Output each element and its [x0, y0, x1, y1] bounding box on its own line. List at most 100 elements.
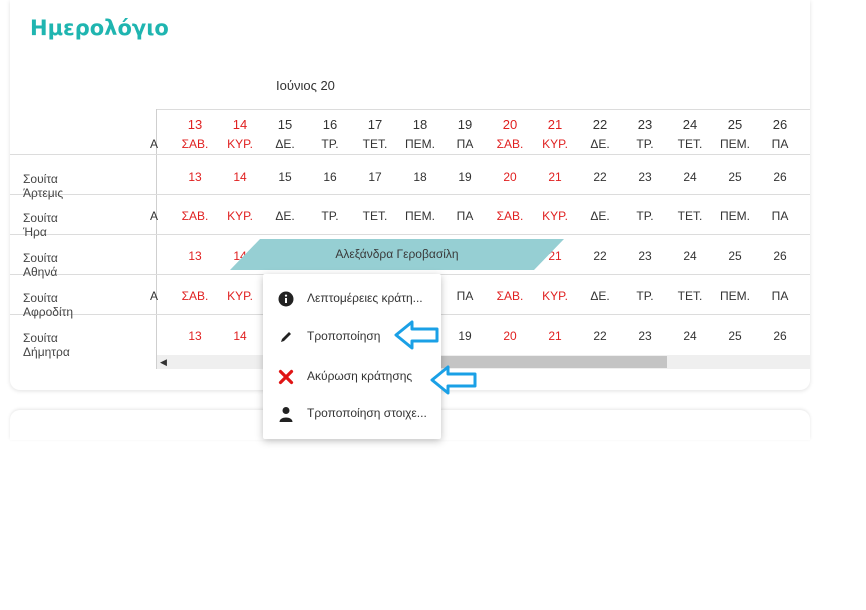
day-cell[interactable]: 15	[263, 170, 307, 184]
day-abbr: ΤΡ.	[321, 137, 339, 151]
room-name: Σουίτα Ήρα	[23, 211, 58, 239]
day-abbr: ΔΕ.	[590, 137, 610, 151]
day-cell[interactable]: 26	[758, 249, 802, 263]
day-cell[interactable]: 13	[173, 329, 217, 343]
day-cell[interactable]: 24	[668, 249, 712, 263]
day-cell[interactable]: 16	[308, 170, 352, 184]
horizontal-scrollbar[interactable]: ◀	[157, 355, 810, 369]
day-cell[interactable]: ΤΕΤ.	[668, 209, 712, 223]
day-cell[interactable]: ΤΕΤ.	[668, 289, 712, 303]
pointer-arrow-icon	[430, 365, 477, 395]
menu-item-label: Λεπτομέρειες κράτη...	[307, 291, 423, 305]
day-cell[interactable]: 24	[668, 329, 712, 343]
day-cell[interactable]: 20	[488, 329, 532, 343]
menu-item-label: Τροποποίηση στοιχε...	[307, 406, 427, 420]
day-cell[interactable]: ΚΥΡ.	[218, 209, 262, 223]
day-number: 25	[727, 117, 743, 132]
row-divider	[10, 234, 810, 235]
day-cell[interactable]: ΠΕΜ.	[713, 289, 757, 303]
day-cell[interactable]: Α	[146, 289, 162, 303]
day-number: 20	[502, 117, 518, 132]
day-cell[interactable]: ΤΡ.	[308, 209, 352, 223]
day-cell[interactable]: ΔΕ.	[578, 209, 622, 223]
day-cell[interactable]: 23	[623, 170, 667, 184]
pointer-arrow-icon	[394, 320, 439, 350]
day-cell[interactable]: ΤΡ.	[623, 209, 667, 223]
day-cell[interactable]: ΚΥΡ.	[533, 289, 577, 303]
person-icon	[279, 407, 293, 422]
day-cell[interactable]: 21	[533, 170, 577, 184]
day-cell[interactable]: ΣΑΒ.	[488, 209, 532, 223]
menu-item-label: Ακύρωση κράτησης	[307, 369, 413, 383]
day-cell[interactable]: 17	[353, 170, 397, 184]
info-icon	[278, 291, 294, 307]
day-cell[interactable]: 18	[398, 170, 442, 184]
room-name: Σουίτα Άρτεμις	[23, 172, 64, 200]
day-cell[interactable]: 21	[533, 329, 577, 343]
day-cell[interactable]: 26	[758, 170, 802, 184]
day-abbr: ΤΕΤ.	[677, 137, 703, 151]
day-number: 22	[592, 117, 608, 132]
room-name: Σουίτα Δήμητρα	[23, 331, 70, 359]
menu-item-cancel-booking[interactable]: Ακύρωση κράτησης	[263, 357, 441, 397]
day-abbr: ΚΥΡ.	[227, 137, 253, 151]
day-cell[interactable]: 19	[443, 170, 487, 184]
day-cell[interactable]: 23	[623, 249, 667, 263]
menu-item-modify-details[interactable]: Τροποποίηση στοιχε...	[263, 394, 441, 434]
day-number: 23	[637, 117, 653, 132]
day-cell[interactable]: Α	[146, 209, 162, 223]
day-cell[interactable]: 19	[443, 329, 487, 343]
day-cell[interactable]: ΠΕΜ.	[713, 209, 757, 223]
day-abbr: ΚΥΡ.	[542, 137, 568, 151]
day-abbr: ΠΕΜ.	[405, 137, 435, 151]
menu-item-booking-details[interactable]: Λεπτομέρειες κράτη...	[263, 279, 441, 319]
day-cell[interactable]: ΠΕΜ.	[398, 209, 442, 223]
day-cell[interactable]: 22	[578, 170, 622, 184]
day-cell[interactable]: 20	[488, 170, 532, 184]
day-abbr: ΤΡ.	[636, 137, 654, 151]
day-cell[interactable]: ΣΑΒ.	[173, 289, 217, 303]
day-cell[interactable]: 25	[713, 170, 757, 184]
day-cell[interactable]: ΔΕ.	[578, 289, 622, 303]
day-cell[interactable]: 14	[218, 170, 262, 184]
day-number: 19	[457, 117, 473, 132]
day-cell[interactable]: ΚΥΡ.	[218, 289, 262, 303]
day-cell[interactable]: 24	[668, 170, 712, 184]
day-number: 16	[322, 117, 338, 132]
day-cell[interactable]: ΔΕ.	[263, 209, 307, 223]
day-cell[interactable]: 22	[578, 249, 622, 263]
row-divider	[10, 154, 810, 155]
day-cell[interactable]: ΣΑΒ.	[173, 209, 217, 223]
day-cell[interactable]: 26	[758, 329, 802, 343]
day-cell[interactable]: 25	[713, 329, 757, 343]
day-number: 13	[187, 117, 203, 132]
day-cell[interactable]: 25	[713, 249, 757, 263]
day-number: 15	[277, 117, 293, 132]
day-cell[interactable]: ΠΑ	[443, 209, 487, 223]
day-cell[interactable]: 13	[173, 170, 217, 184]
day-abbr: ΤΕΤ.	[362, 137, 388, 151]
booking-bar[interactable]: Αλεξάνδρα Γεροβασίλη	[230, 239, 564, 270]
day-cell[interactable]: ΚΥΡ.	[533, 209, 577, 223]
day-number: 14	[232, 117, 248, 132]
day-cell[interactable]: ΤΡ.	[623, 289, 667, 303]
day-cell[interactable]: 13	[173, 249, 217, 263]
day-cell[interactable]: ΤΕΤ.	[353, 209, 397, 223]
day-abbr: ΠΑ	[771, 137, 789, 151]
scroll-left-arrow-icon[interactable]: ◀	[160, 357, 167, 368]
day-cell[interactable]: 22	[578, 329, 622, 343]
day-cell[interactable]: ΠΑ	[758, 209, 802, 223]
day-abbr: ΠΕΜ.	[720, 137, 750, 151]
cancel-x-icon	[278, 369, 294, 385]
day-cell[interactable]: 14	[218, 329, 262, 343]
day-cell[interactable]: ΣΑΒ.	[488, 289, 532, 303]
room-name: Σουίτα Αθηνά	[23, 251, 58, 279]
day-cell[interactable]: ΠΑ	[758, 289, 802, 303]
header-top-line	[156, 109, 810, 110]
day-abbr: ΣΑΒ.	[181, 137, 209, 151]
day-cell[interactable]: ΠΑ	[443, 289, 487, 303]
day-number: 24	[682, 117, 698, 132]
day-cell[interactable]: 23	[623, 329, 667, 343]
day-number: 18	[412, 117, 428, 132]
day-abbr: Α	[149, 137, 158, 151]
